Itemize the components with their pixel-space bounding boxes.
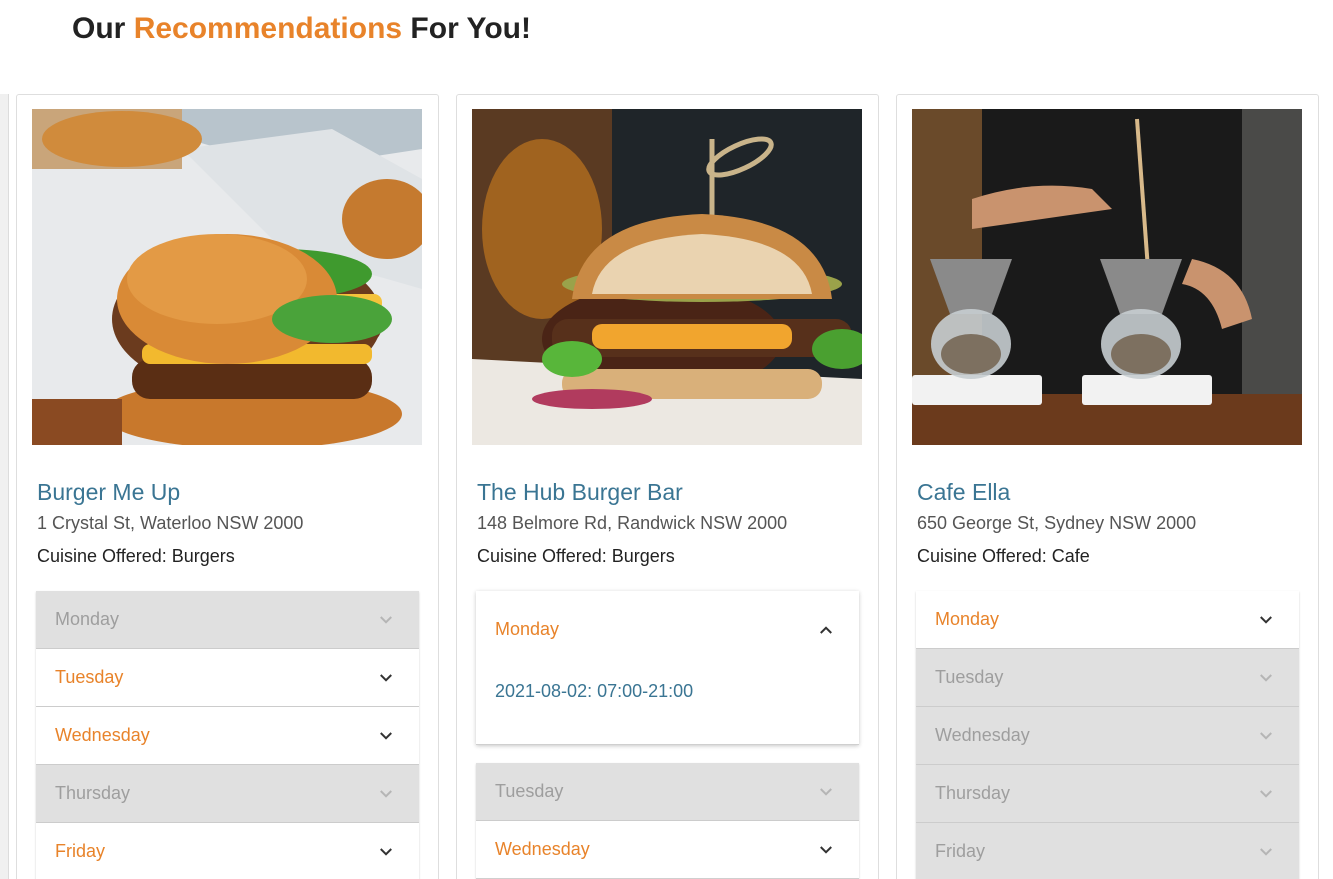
accordion-day-thursday: Thursday bbox=[36, 765, 419, 823]
restaurant-photo[interactable] bbox=[32, 109, 422, 445]
day-label: Thursday bbox=[935, 783, 1011, 803]
chevron-down-icon bbox=[1257, 727, 1275, 745]
previous-card-edge bbox=[0, 94, 9, 879]
chevron-down-icon bbox=[377, 611, 395, 629]
day-label: Friday bbox=[55, 841, 106, 861]
page-title-suffix: For You! bbox=[410, 12, 531, 45]
accordion-day-friday: Friday bbox=[916, 823, 1299, 879]
chevron-down-icon[interactable] bbox=[817, 841, 835, 859]
accordion-day-tuesday: Tuesday bbox=[916, 649, 1299, 707]
accordion-day-monday[interactable]: Monday bbox=[916, 591, 1299, 649]
restaurant-name[interactable]: Cafe Ella bbox=[917, 479, 1010, 506]
day-label: Tuesday bbox=[935, 667, 1004, 687]
day-label: Monday bbox=[55, 609, 120, 629]
day-label: Monday bbox=[935, 609, 1000, 629]
restaurant-address: 650 George St, Sydney NSW 2000 bbox=[917, 513, 1197, 533]
accordion-day-wednesday[interactable]: Wednesday bbox=[36, 707, 419, 765]
page-title: Our Recommendations For You! bbox=[72, 12, 531, 46]
restaurant-photo[interactable] bbox=[912, 109, 1302, 445]
restaurant-name[interactable]: Burger Me Up bbox=[37, 479, 180, 506]
chevron-down-icon bbox=[1257, 843, 1275, 861]
restaurant-name[interactable]: The Hub Burger Bar bbox=[477, 479, 683, 506]
opening-hours: 2021-08-02: 07:00-21:00 bbox=[495, 681, 694, 701]
opening-days-accordion: Monday Tuesday Wednesday Thursday Friday bbox=[916, 591, 1299, 879]
chevron-up-icon[interactable] bbox=[817, 621, 835, 639]
accordion-day-monday: Monday bbox=[36, 591, 419, 649]
restaurant-address: 148 Belmore Rd, Randwick NSW 2000 bbox=[477, 513, 788, 533]
restaurant-cuisine: Cuisine Offered: Cafe bbox=[917, 546, 1090, 566]
chevron-down-icon bbox=[1257, 669, 1275, 687]
restaurant-photo[interactable] bbox=[472, 109, 862, 445]
day-label: Friday bbox=[935, 841, 986, 861]
restaurant-address: 1 Crystal St, Waterloo NSW 2000 bbox=[37, 513, 304, 533]
chevron-down-icon[interactable] bbox=[377, 843, 395, 861]
chevron-down-icon[interactable] bbox=[377, 669, 395, 687]
day-label: Tuesday bbox=[55, 667, 124, 687]
page-title-highlight: Recommendations bbox=[133, 12, 403, 45]
day-label: Thursday bbox=[55, 783, 131, 803]
accordion-day-tuesday[interactable]: Tuesday bbox=[36, 649, 419, 707]
accordion-day-friday[interactable]: Friday bbox=[36, 823, 419, 879]
chevron-down-icon bbox=[817, 783, 835, 801]
chevron-down-icon[interactable] bbox=[1257, 611, 1275, 629]
accordion-day-tuesday: Tuesday bbox=[476, 763, 859, 821]
day-label: Wednesday bbox=[935, 725, 1030, 745]
restaurant-card: The Hub Burger Bar 148 Belmore Rd, Randw… bbox=[456, 94, 879, 879]
accordion-day-wednesday: Wednesday bbox=[916, 707, 1299, 765]
opening-days-accordion: Monday Tuesday Wednesday Thursday Friday bbox=[36, 591, 419, 879]
day-label: Wednesday bbox=[495, 839, 590, 859]
accordion-day-thursday: Thursday bbox=[916, 765, 1299, 823]
chevron-down-icon[interactable] bbox=[377, 727, 395, 745]
day-label: Wednesday bbox=[55, 725, 150, 745]
day-label: Tuesday bbox=[495, 781, 564, 801]
restaurant-cuisine: Cuisine Offered: Burgers bbox=[477, 546, 675, 566]
page-title-prefix: Our bbox=[72, 12, 126, 45]
restaurant-card: Cafe Ella 650 George St, Sydney NSW 2000… bbox=[896, 94, 1319, 879]
day-label: Monday bbox=[495, 619, 560, 639]
accordion-day-monday[interactable]: Monday 2021-08-02: 07:00-21:00 bbox=[476, 591, 859, 745]
restaurant-card: Burger Me Up 1 Crystal St, Waterloo NSW … bbox=[16, 94, 439, 879]
chevron-down-icon bbox=[1257, 785, 1275, 803]
chevron-down-icon bbox=[377, 785, 395, 803]
restaurant-cuisine: Cuisine Offered: Burgers bbox=[37, 546, 235, 566]
opening-days-accordion: Monday 2021-08-02: 07:00-21:00 Tuesday W… bbox=[476, 591, 859, 879]
accordion-day-wednesday[interactable]: Wednesday bbox=[476, 821, 859, 879]
